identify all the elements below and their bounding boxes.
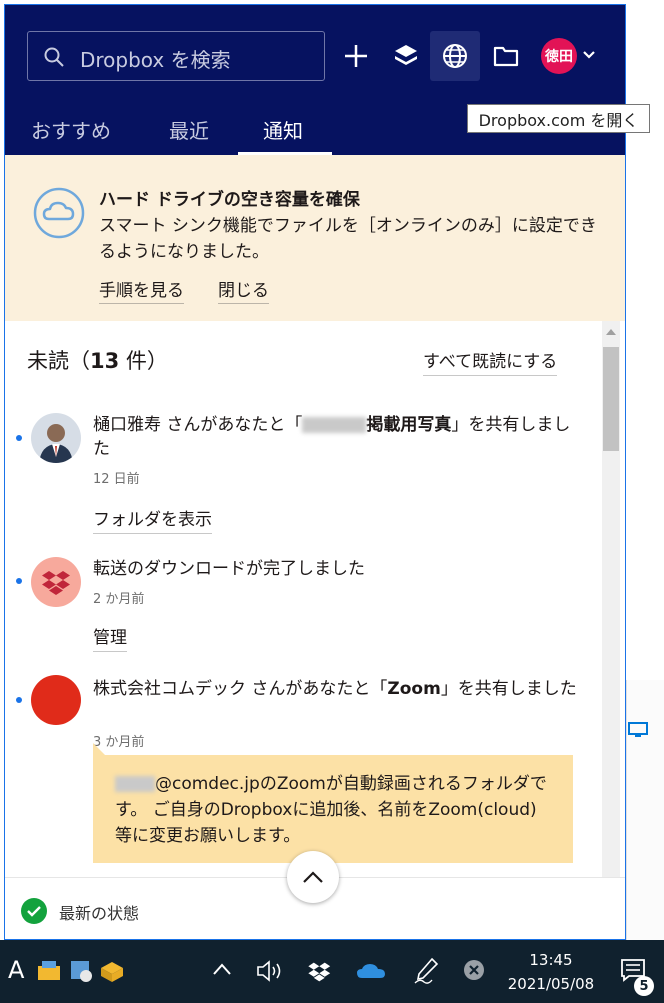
taskbar: A 13:45 2021/05/08 5 — [0, 940, 664, 1003]
banner-body: スマート シンク機能でファイルを［オンラインのみ］に設定できるようになりました。 — [99, 216, 597, 262]
plus-icon — [345, 45, 367, 67]
share-message: @comdec.jpのZoomが自動録画されるフォルダです。 ご自身のDropb… — [93, 755, 573, 863]
search-placeholder: Dropbox を検索 — [80, 48, 231, 72]
unread-heading: 未読（13 件） — [27, 345, 168, 375]
dropbox-app-button[interactable] — [381, 31, 431, 81]
storage-banner: ハード ドライブの空き容量を確保 スマート シンク機能でファイルを［オンラインの… — [5, 155, 625, 321]
tab-notifications[interactable]: 通知 — [263, 115, 303, 144]
notification-text: 株式会社コムデック さんがあなたと「Zoom」を共有しました — [93, 677, 583, 701]
account-avatar[interactable]: 徳田 — [541, 38, 577, 74]
ime-indicator[interactable]: A — [8, 956, 24, 984]
background-window-edge — [626, 680, 664, 940]
ime-pad-icon[interactable] — [68, 958, 96, 984]
notification-count-badge: 5 — [634, 976, 654, 996]
chevron-up-icon[interactable] — [212, 962, 232, 976]
person-photo-icon — [31, 413, 81, 463]
unread-count: 13 — [90, 349, 120, 373]
check-icon — [21, 898, 47, 924]
stack-icon — [395, 45, 417, 65]
notification-list[interactable]: 未読（13 件） すべて既読にする 樋口雅寿 さんがあなたと「 掲載用写真」を共有… — [5, 321, 625, 877]
shared-item-name: 掲載用写真 — [366, 415, 452, 435]
shared-item-name: Zoom — [387, 679, 441, 699]
close-banner-link[interactable]: 閉じる — [218, 276, 269, 304]
scrollbar[interactable] — [602, 321, 620, 877]
notification-text: 転送のダウンロードが完了しました — [93, 559, 365, 579]
share-message-text: @comdec.jpのZoomが自動録画されるフォルダです。 ご自身のDropb… — [115, 774, 547, 846]
unread-dot — [16, 435, 22, 441]
view-folder-link[interactable]: フォルダを表示 — [93, 505, 212, 534]
scroll-up-arrow-icon[interactable] — [606, 329, 616, 335]
tooltip: Dropbox.com を開く — [467, 104, 650, 133]
avatar — [31, 557, 81, 607]
new-button[interactable] — [331, 31, 381, 81]
sync-status-text: 最新の状態 — [59, 904, 140, 923]
company-avatar — [31, 675, 81, 725]
clock-time: 13:45 — [529, 951, 573, 969]
globe-icon — [443, 44, 467, 68]
notification-text: 樋口雅寿 さんがあなたと「 掲載用写真」を共有しました — [93, 413, 583, 461]
open-folder-button[interactable] — [481, 31, 531, 81]
dropbox-logo-icon — [42, 571, 70, 595]
scroll-to-top-button[interactable] — [287, 851, 339, 903]
tab-recent[interactable]: 最近 — [169, 115, 209, 144]
notification-time: 2 か月前 — [93, 592, 145, 607]
chevron-down-icon[interactable] — [581, 47, 597, 63]
speaker-icon[interactable] — [256, 960, 284, 982]
redacted-text — [115, 776, 155, 792]
tab-recommended[interactable]: おすすめ — [31, 115, 111, 144]
cloud-icon — [33, 187, 85, 239]
notification-prefix: 株式会社コムデック さんがあなたと「 — [93, 679, 388, 699]
banner-title: ハード ドライブの空き容量を確保 — [99, 190, 360, 210]
pen-icon[interactable] — [412, 956, 440, 986]
dropbox-tray-icon[interactable] — [306, 958, 332, 984]
scrollbar-thumb[interactable] — [603, 347, 619, 451]
onedrive-icon[interactable] — [356, 962, 386, 980]
unread-dot — [16, 578, 22, 584]
redacted-text — [302, 417, 367, 433]
error-icon[interactable] — [462, 958, 486, 982]
ime-toolbox-icon[interactable] — [36, 958, 64, 984]
avatar-initials: 徳田 — [545, 49, 573, 65]
notification-suffix: 」を共有しました — [440, 679, 577, 699]
chevron-up-icon — [303, 871, 323, 883]
ime-dictionary-icon[interactable] — [98, 958, 126, 984]
view-steps-link[interactable]: 手順を見る — [99, 276, 184, 304]
clock-date: 2021/05/08 — [507, 975, 595, 993]
folder-icon — [493, 46, 519, 67]
avatar — [31, 413, 81, 463]
search-icon — [44, 47, 64, 67]
monitor-icon — [628, 722, 648, 737]
unread-suffix: 件） — [119, 349, 168, 373]
manage-link[interactable]: 管理 — [93, 623, 127, 652]
note-tail — [93, 743, 105, 755]
clock[interactable]: 13:45 2021/05/08 — [496, 948, 606, 996]
search-input[interactable]: Dropbox を検索 — [27, 31, 325, 81]
unread-dot — [16, 697, 22, 703]
open-dropbox-web-button[interactable] — [430, 31, 480, 81]
unread-prefix: 未読（ — [27, 349, 90, 373]
mark-all-read-link[interactable]: すべて既読にする — [423, 347, 558, 376]
notification-time: 12 日前 — [93, 472, 140, 487]
notification-prefix: 樋口雅寿 さんがあなたと「 — [93, 415, 303, 435]
dropbox-popup: Dropbox を検索 徳田 おすすめ 最近 通知 ハード ドライブの空き容量を… — [4, 4, 626, 940]
